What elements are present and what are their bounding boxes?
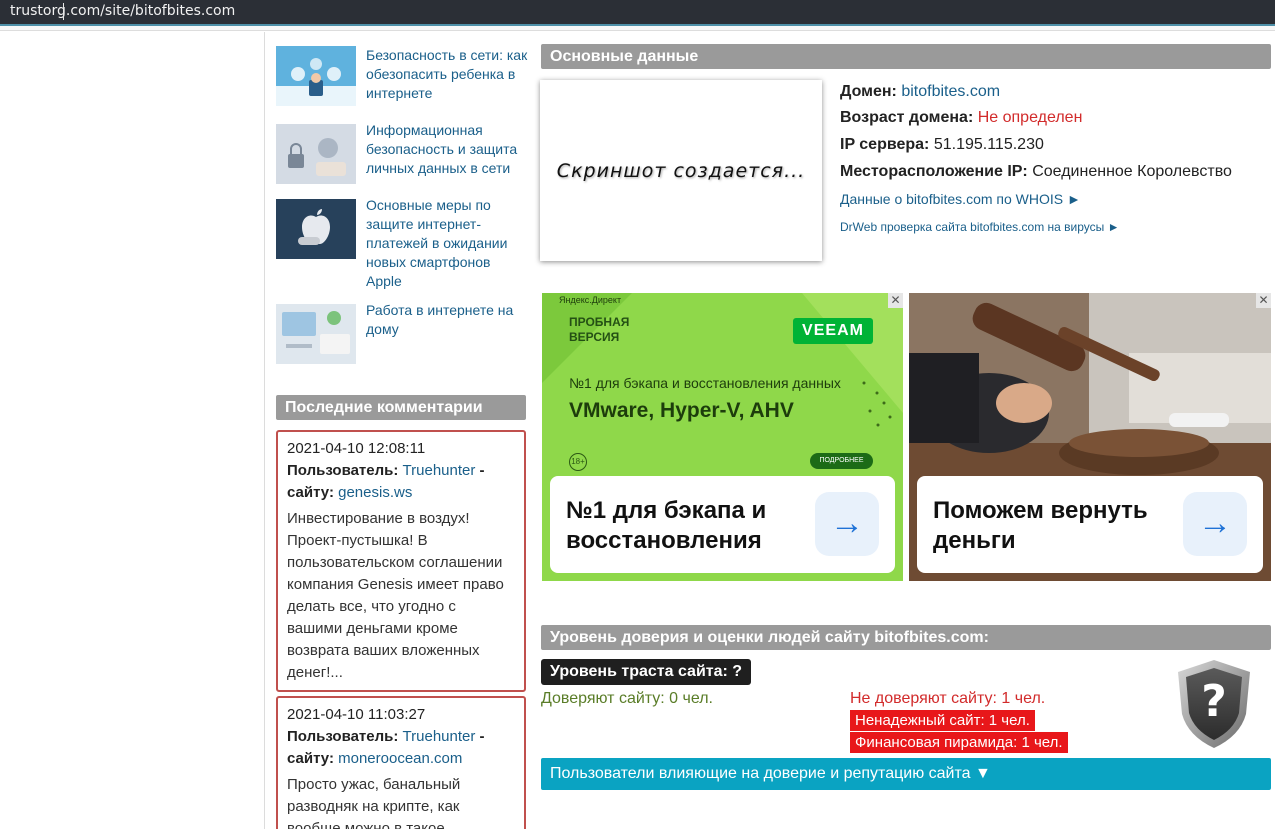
domain-row: Домен: bitofbites.com <box>840 82 1000 102</box>
unreliable-site-badge: Ненадежный сайт: 1 чел. <box>850 710 1035 731</box>
comment-date: 2021-04-10 11:03:27 <box>287 706 426 723</box>
comment-author: Пользователь: Truehunter - <box>287 462 485 479</box>
article-thumbnail-child-safety[interactable] <box>276 46 356 106</box>
site-label: сайту: <box>287 750 334 767</box>
comment-site-link[interactable]: moneroocean.com <box>338 750 462 767</box>
comment-card: 2021-04-10 12:08:11 Пользователь: Truehu… <box>276 430 526 692</box>
pyramid-badge: Финансовая пирамида: 1 чел. <box>850 732 1068 753</box>
text-cursor <box>63 3 64 20</box>
whois-link[interactable]: Данные о bitofbites.com по WHOIS ► <box>840 191 1081 207</box>
comment-site: сайту: moneroocean.com <box>287 748 515 770</box>
ad-banner-veeam[interactable]: Яндекс.Директ ПРОБНАЯ ВЕРСИЯ VEEAM №1 дл… <box>542 293 903 581</box>
article-thumbnail-apple[interactable] <box>276 199 356 259</box>
address-bar[interactable]: trustorg.com/site/bitofbites.com <box>0 0 1275 24</box>
left-blank-pane <box>0 32 265 829</box>
basic-data-title: Основные данные <box>541 44 1271 69</box>
ad-more-button[interactable]: ПОДРОБНЕЕ <box>810 453 873 469</box>
comment-site-link[interactable]: genesis.ws <box>338 484 412 501</box>
age-rating-badge: 18+ <box>569 453 587 471</box>
comment-date: 2021-04-10 12:08:11 <box>287 440 426 457</box>
user-label: Пользователь: <box>287 728 399 745</box>
ad-headline: №1 для бэкапа и восстановления данных <box>569 375 841 391</box>
domain-link[interactable]: bitofbites.com <box>901 83 1000 100</box>
ip-location-row: Месторасположение IP: Соединенное Короле… <box>840 162 1232 182</box>
toolbar-gap <box>0 26 1275 31</box>
arrow-right-icon[interactable]: → <box>1183 492 1247 556</box>
ip-value: 51.195.115.230 <box>933 136 1044 153</box>
trust-level-badge: Уровень траста сайта: ? <box>541 659 752 685</box>
article-link[interactable]: Работа в интернете на дому <box>366 301 528 339</box>
ad-card-text: №1 для бэкапа и восстановления <box>566 497 767 554</box>
site-label: сайту: <box>287 484 334 501</box>
url-text[interactable]: trustorg.com/site/bitofbites.com <box>10 3 235 19</box>
ad-card-text: Поможем вернуть деньги <box>933 497 1148 554</box>
ad-products: VMware, Hyper-V, AHV <box>569 399 794 422</box>
site-screenshot-placeholder: Скриншот создается... <box>540 80 822 261</box>
shield-symbol: ? <box>1201 676 1227 727</box>
article-item[interactable]: Основные меры по защите интернет-платеже… <box>276 196 528 291</box>
article-item[interactable]: Безопасность в сети: как обезопасить реб… <box>276 46 528 106</box>
ip-location-value: Соединенное Королевство <box>1032 163 1232 180</box>
domain-age-value: Не определен <box>977 109 1083 126</box>
trust-section-title: Уровень доверия и оценки людей сайту bit… <box>541 625 1271 650</box>
arrow-right-icon[interactable]: → <box>815 492 879 556</box>
article-thumbnail-remote-work[interactable] <box>276 304 356 364</box>
domain-age-row: Возраст домена: Не определен <box>840 108 1082 128</box>
shield-question-icon: ? <box>1174 658 1254 750</box>
domain-label: Домен: <box>840 83 897 100</box>
comment-text: Просто ужас, банальный разводняк на крип… <box>287 776 461 829</box>
comment-user-link[interactable]: Truehunter <box>403 728 476 745</box>
ad-label: Яндекс.Директ <box>559 295 622 305</box>
trust-yes-count: Доверяют сайту: 0 чел. <box>541 690 713 707</box>
article-thumbnail-data-protection[interactable] <box>276 124 356 184</box>
screenshot-status-text: Скриншот создается... <box>556 159 806 182</box>
ip-row: IP сервера: 51.195.115.230 <box>840 135 1044 155</box>
article-item[interactable]: Работа в интернете на дому <box>276 301 528 364</box>
drweb-link[interactable]: DrWeb проверка сайта bitofbites.com на в… <box>840 220 1119 234</box>
veeam-logo: VEEAM <box>793 318 873 344</box>
article-link[interactable]: Основные меры по защите интернет-платеже… <box>366 196 528 291</box>
ad-close-icon[interactable]: ✕ <box>1256 293 1271 308</box>
domain-age-label: Возраст домена: <box>840 109 974 126</box>
comment-user-link[interactable]: Truehunter <box>403 462 476 479</box>
ad-banner-legal[interactable]: ✕ Поможем вернуть деньги → <box>909 293 1271 581</box>
article-item[interactable]: Информационная безопасность и защита лич… <box>276 121 528 184</box>
comment-author: Пользователь: Truehunter - <box>287 728 485 745</box>
users-reputation-toggle[interactable]: Пользователи влияющие на доверие и репут… <box>541 758 1271 790</box>
ip-location-label: Месторасположение IP: <box>840 163 1028 180</box>
ad-card[interactable]: №1 для бэкапа и восстановления → <box>550 476 895 573</box>
ad-badge: ПРОБНАЯ ВЕРСИЯ <box>569 315 630 344</box>
trust-no-count: Не доверяют сайту: 1 чел. <box>850 690 1046 707</box>
ad-close-icon[interactable]: ✕ <box>888 293 903 308</box>
comment-card: 2021-04-10 11:03:27 Пользователь: Truehu… <box>276 696 526 829</box>
comment-text: Инвестирование в воздух! Проект-пустышка… <box>287 510 504 681</box>
ad-card[interactable]: Поможем вернуть деньги → <box>917 476 1263 573</box>
comments-section-title: Последние комментарии <box>276 395 526 420</box>
user-label: Пользователь: <box>287 462 399 479</box>
article-link[interactable]: Безопасность в сети: как обезопасить реб… <box>366 46 528 103</box>
article-link[interactable]: Информационная безопасность и защита лич… <box>366 121 528 178</box>
ip-label: IP сервера: <box>840 136 930 153</box>
comment-site: сайту: genesis.ws <box>287 482 515 504</box>
